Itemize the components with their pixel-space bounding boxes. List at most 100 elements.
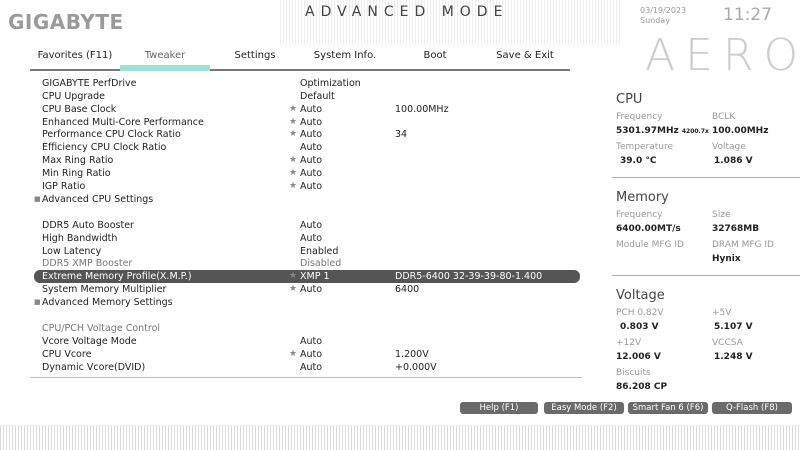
setting-row[interactable]: System Memory Multiplier ★ Auto 6400 (34, 283, 580, 296)
setting-value[interactable]: Optimization (300, 77, 361, 90)
setting-label: Max Ring Ratio (42, 155, 114, 166)
setting-row[interactable]: DDR5 XMP Booster Disabled (34, 257, 580, 270)
setting-value[interactable]: Auto (300, 283, 322, 296)
setting-value[interactable]: Auto (300, 348, 322, 361)
setting-row[interactable]: CPU Vcore ★ Auto 1.200V (34, 348, 580, 361)
setting-row[interactable]: Max Ring Ratio ★ Auto (34, 154, 580, 167)
setting-row[interactable]: DDR5 Auto Booster Auto (34, 219, 580, 232)
setting-value[interactable]: Auto (300, 219, 322, 232)
setting-label: Advanced Memory Settings (42, 297, 173, 308)
cpu-freq-value: 5301.97MHz (616, 126, 679, 136)
divider (612, 275, 800, 276)
setting-label: System Memory Multiplier (42, 284, 167, 295)
p5-value: 5.107 V (714, 322, 753, 332)
setting-value[interactable]: Auto (300, 128, 322, 141)
setting-label: DDR5 XMP Booster (42, 258, 133, 269)
setting-value[interactable]: Disabled (300, 257, 341, 270)
vccsa-label: VCCSA (712, 338, 743, 348)
list-divider (30, 377, 582, 378)
help-button[interactable]: Help (F1) (460, 402, 538, 414)
setting-row[interactable]: Dynamic Vcore(DVID) Auto +0.000V (34, 361, 580, 374)
star-icon[interactable]: ★ (289, 283, 297, 296)
setting-label: Vcore Voltage Mode (42, 336, 137, 347)
setting-label: CPU Upgrade (42, 91, 105, 102)
tab-tweaker[interactable]: Tweaker (120, 50, 210, 71)
setting-value[interactable]: Auto (300, 141, 322, 154)
submenu-item[interactable]: ■ Advanced Memory Settings (34, 296, 580, 309)
setting-label: Min Ring Ratio (42, 168, 111, 179)
tab-bar: Favorites (F11) Tweaker Settings System Inf… (30, 50, 570, 71)
setting-label: CPU Vcore (42, 349, 92, 360)
pch-label: PCH 0.82V (616, 308, 664, 318)
tab-save-exit[interactable]: Save & Exit (480, 50, 570, 71)
setting-label: Extreme Memory Profile(X.M.P.) (42, 271, 192, 282)
setting-label: Advanced CPU Settings (42, 194, 154, 205)
setting-value[interactable]: Auto (300, 154, 322, 167)
temp-value: 39.0 °C (620, 156, 657, 166)
easy-mode-button[interactable]: Easy Mode (F2) (544, 402, 624, 414)
tab-favorites-f11-[interactable]: Favorites (F11) (30, 50, 120, 71)
mem-size-value: 32768MB (712, 224, 760, 234)
setting-value[interactable]: Auto (300, 361, 322, 374)
mem-freq-value: 6400.00MT/s (616, 224, 681, 234)
dram-value: Hynix (712, 254, 741, 264)
setting-row[interactable]: Min Ring Ratio ★ Auto (34, 167, 580, 180)
cpu-freq: 5301.97MHz 4200.7x (616, 126, 709, 136)
setting-label: High Bandwidth (42, 233, 118, 244)
day: Sunday (640, 16, 670, 25)
tab-settings[interactable]: Settings (210, 50, 300, 71)
star-icon[interactable]: ★ (289, 348, 297, 361)
setting-value[interactable]: XMP 1 (300, 270, 330, 283)
bullet-icon: ■ (34, 298, 41, 306)
submenu-item[interactable]: ■ Advanced CPU Settings (34, 193, 580, 206)
star-icon[interactable]: ★ (289, 270, 297, 283)
setting-current: 1.200V (395, 349, 429, 360)
star-icon[interactable]: ★ (289, 103, 297, 116)
biscuits-value: 86.208 CP (616, 382, 668, 392)
p12-value: 12.006 V (616, 352, 661, 362)
tab-system-info-[interactable]: System Info. (300, 50, 390, 71)
footer-pattern (0, 425, 800, 450)
bullet-icon: ■ (34, 195, 41, 203)
setting-label: Dynamic Vcore(DVID) (42, 362, 146, 373)
vccsa-value: 1.248 V (714, 352, 753, 362)
mem-freq-label: Frequency (616, 210, 663, 220)
clock: 11:27 (723, 5, 772, 25)
setting-row[interactable]: CPU Upgrade Default (34, 90, 580, 103)
memory-title: Memory (616, 190, 669, 205)
setting-value[interactable]: Auto (300, 103, 322, 116)
setting-row[interactable]: Extreme Memory Profile(X.M.P.) ★ XMP 1 DDR5… (34, 270, 580, 283)
setting-value[interactable]: Auto (300, 180, 322, 193)
setting-label: DDR5 Auto Booster (42, 220, 134, 231)
p5-label: +5V (712, 308, 732, 318)
setting-row[interactable]: Vcore Voltage Mode Auto (34, 335, 580, 348)
setting-value[interactable]: Default (300, 90, 335, 103)
qflash-button[interactable]: Q-Flash (F8) (712, 402, 792, 414)
module-label: Module MFG ID (616, 240, 684, 250)
temp-label: Temperature (616, 142, 674, 152)
tab-boot[interactable]: Boot (390, 50, 480, 71)
setting-label: CPU/PCH Voltage Control (42, 323, 161, 334)
setting-row[interactable]: GIGABYTE PerfDrive Optimization (34, 77, 580, 90)
setting-row[interactable]: IGP Ratio ★ Auto (34, 180, 580, 193)
star-icon[interactable]: ★ (289, 128, 297, 141)
mode-title: ADVANCED MODE (305, 4, 509, 20)
setting-value[interactable]: Auto (300, 335, 322, 348)
divider (612, 177, 800, 178)
setting-current: 34 (395, 129, 408, 140)
star-icon[interactable]: ★ (289, 167, 297, 180)
bclk-label: BCLK (712, 112, 736, 122)
voltage-title: Voltage (616, 288, 665, 303)
star-icon[interactable]: ★ (289, 154, 297, 167)
aero-logo: AERO (645, 30, 800, 81)
setting-row[interactable]: CPU Base Clock ★ Auto 100.00MHz (34, 103, 580, 116)
mem-size-label: Size (712, 210, 731, 220)
setting-value[interactable]: Auto (300, 232, 322, 245)
setting-row[interactable]: High Bandwidth Auto (34, 232, 580, 245)
smart-fan-button[interactable]: Smart Fan 6 (F6) (628, 402, 708, 414)
star-icon[interactable]: ★ (289, 180, 297, 193)
setting-row[interactable]: Efficiency CPU Clock Ratio Auto (34, 141, 580, 154)
setting-value[interactable]: Auto (300, 167, 322, 180)
setting-row[interactable]: Performance CPU Clock Ratio ★ Auto 34 (34, 128, 580, 141)
volt-label: Voltage (712, 142, 746, 152)
